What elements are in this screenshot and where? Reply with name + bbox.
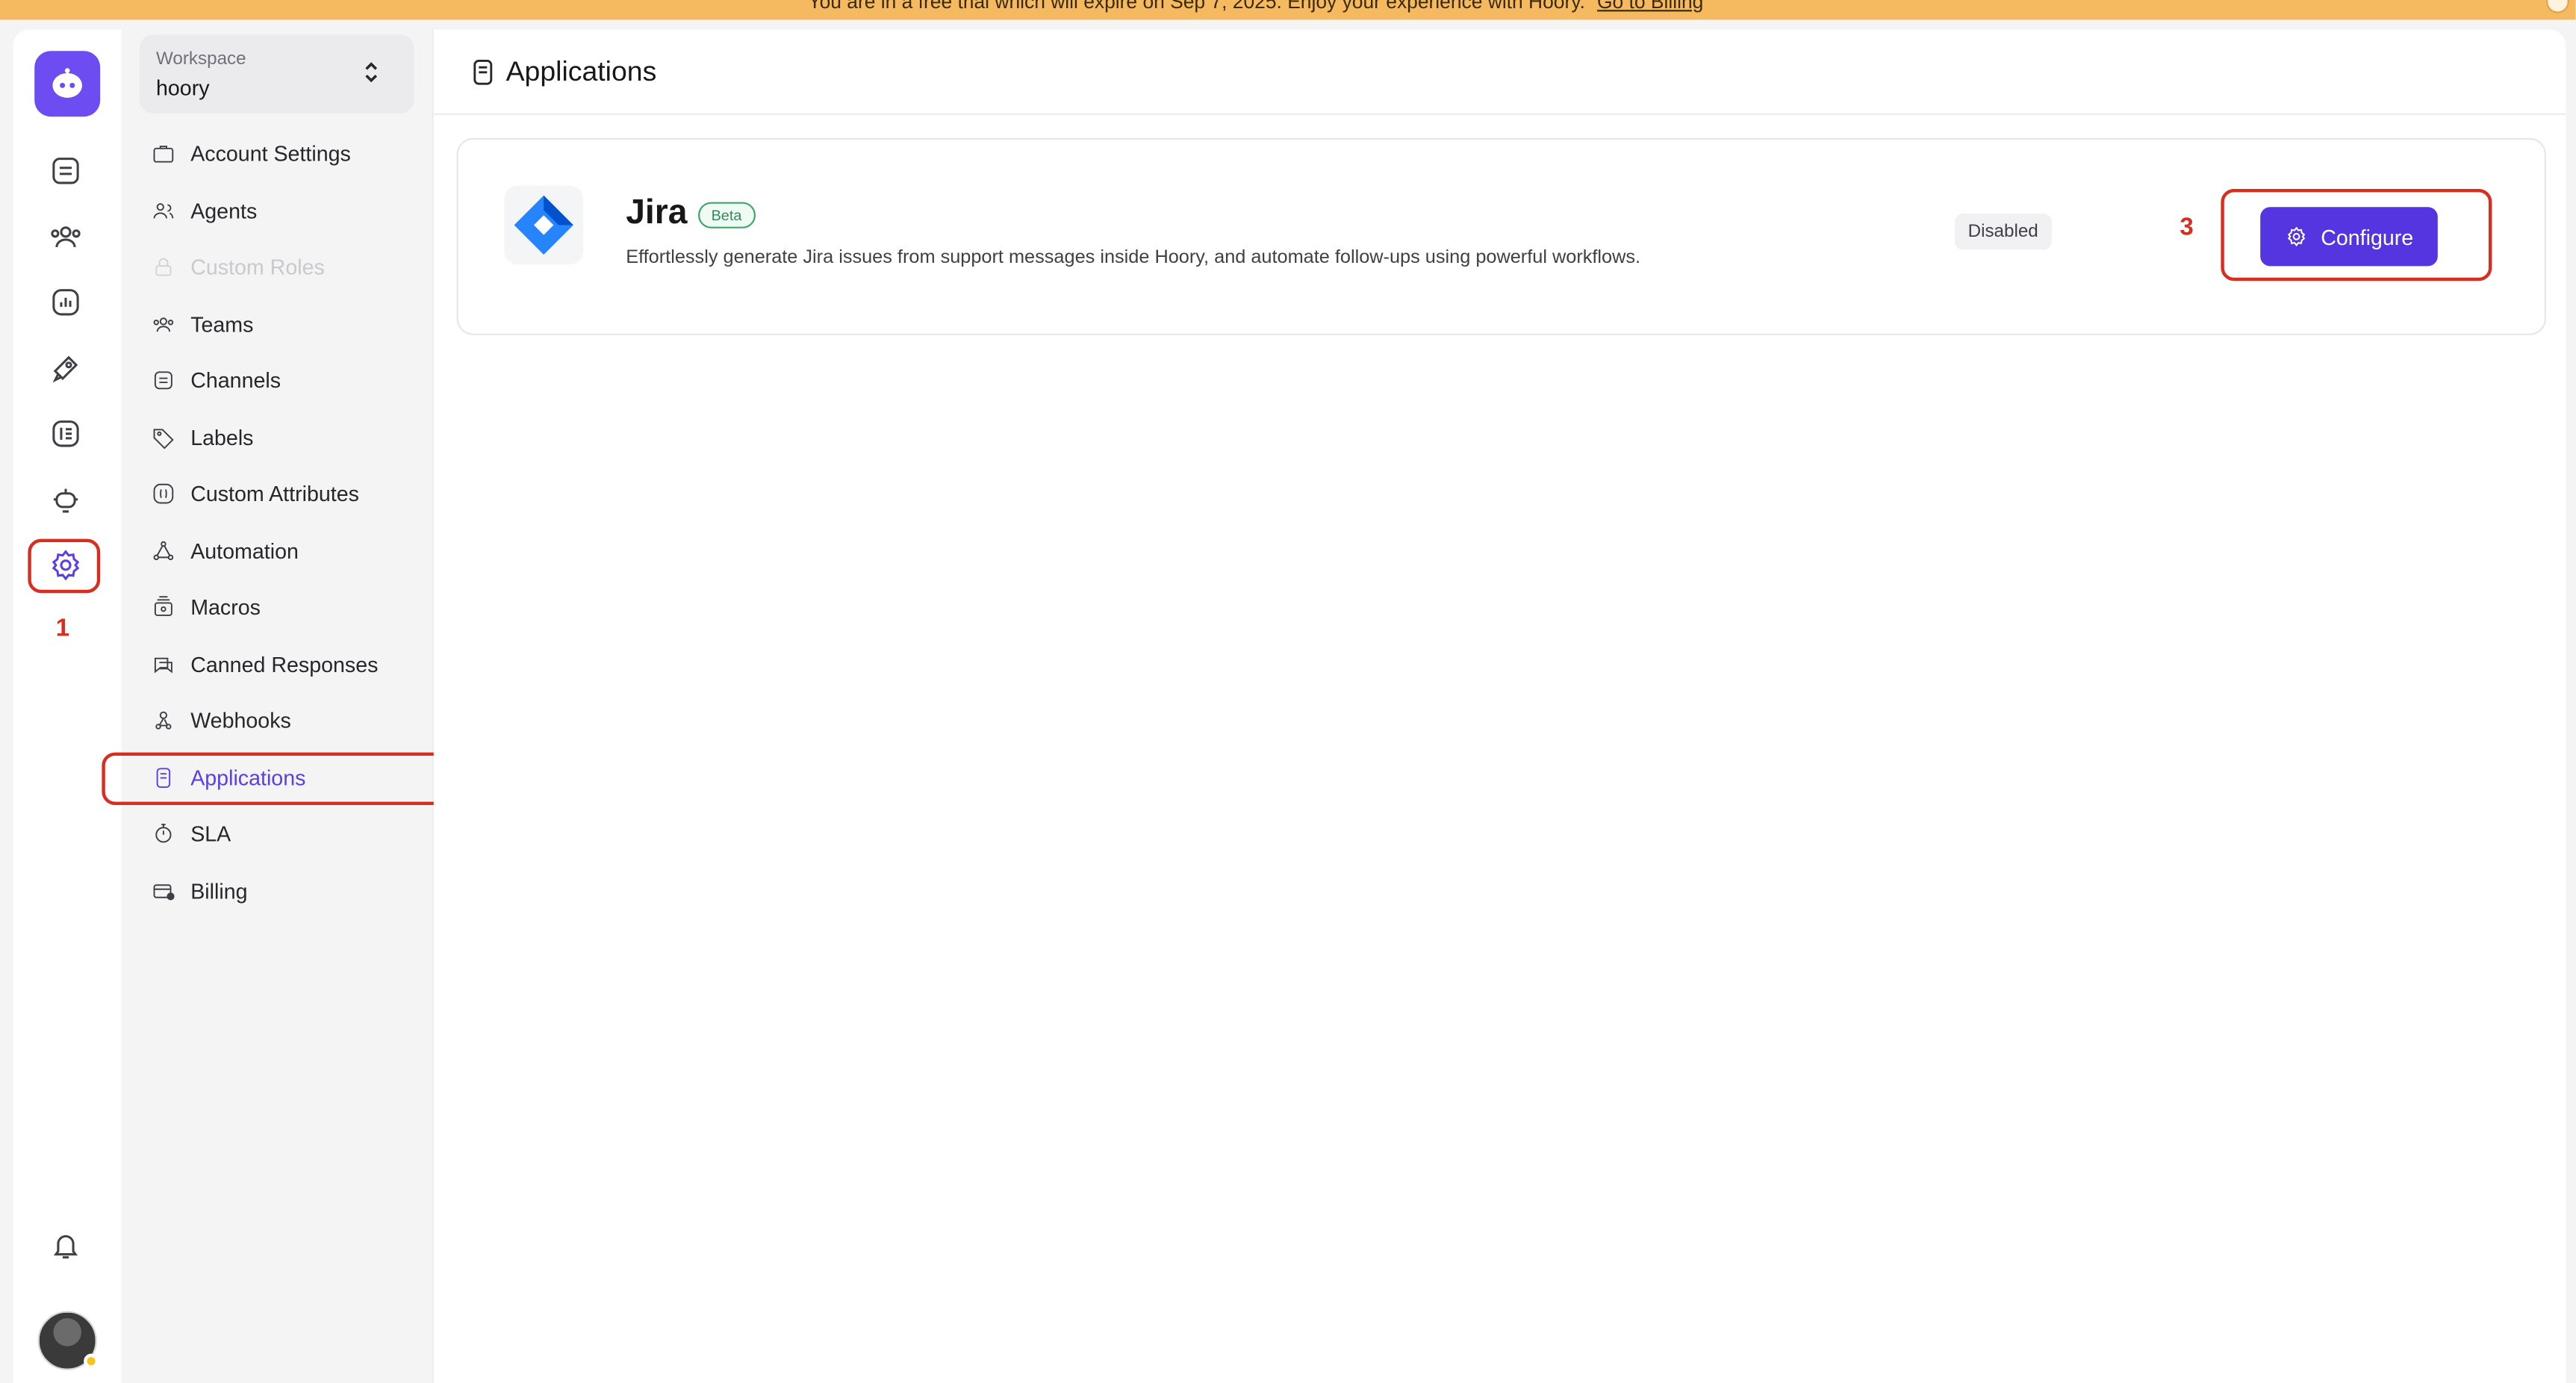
sidebar-item-webhooks[interactable]: Webhooks xyxy=(151,698,430,741)
contacts-icon[interactable] xyxy=(43,214,89,260)
stopwatch-icon xyxy=(155,823,172,842)
settings-sidebar: Workspace hoory Account Settings Agents … xyxy=(121,29,434,1383)
reports-icon[interactable] xyxy=(43,279,89,326)
attribute-icon xyxy=(153,482,174,503)
settings-icon[interactable] xyxy=(43,542,89,588)
trial-banner: You are in a free trial which will expir… xyxy=(0,0,2576,20)
help-center-icon[interactable] xyxy=(43,411,89,457)
macro-icon xyxy=(154,595,172,615)
team-icon xyxy=(153,317,174,332)
app-description: Effortlessly generate Jira issues from s… xyxy=(626,248,1641,268)
status-badge: Disabled xyxy=(1955,214,2052,250)
workspace-name: hoory xyxy=(156,75,210,101)
sidebar-item-sla[interactable]: SLA xyxy=(151,812,430,854)
page-header: Applications xyxy=(433,30,2566,115)
sidebar-item-canned-responses[interactable]: Canned Responses xyxy=(151,642,430,685)
bot-icon[interactable] xyxy=(43,476,89,523)
annotation-step-3: 3 xyxy=(2180,214,2194,242)
channel-icon xyxy=(154,370,172,389)
notifications-icon[interactable] xyxy=(43,1222,89,1269)
sidebar-item-label: Account Settings xyxy=(190,140,351,166)
workspace-label: Workspace xyxy=(156,49,246,69)
sidebar-item-custom-attributes[interactable]: Custom Attributes xyxy=(151,471,430,514)
page-title: Applications xyxy=(505,55,657,87)
sidebar-item-teams[interactable]: Teams xyxy=(151,302,430,345)
workspace-switcher[interactable]: Workspace hoory xyxy=(140,34,414,114)
app-root: You are in a free trial which will expir… xyxy=(0,0,2576,1383)
sidebar-item-label: Labels xyxy=(190,424,254,450)
sidebar-item-label: Canned Responses xyxy=(190,651,379,677)
primary-icon-rail xyxy=(13,29,122,1383)
sidebar-item-channels[interactable]: Channels xyxy=(151,358,430,401)
automation-icon xyxy=(153,540,174,559)
gear-icon xyxy=(2287,226,2305,246)
sidebar-item-label: Webhooks xyxy=(190,707,291,733)
sidebar-item-agents[interactable]: Agents xyxy=(151,189,430,231)
lock-icon xyxy=(155,257,172,276)
sidebar-item-label: Automation xyxy=(190,538,299,563)
hoory-logo-icon[interactable] xyxy=(34,51,101,117)
annotation-step-1: 1 xyxy=(55,614,70,643)
sidebar-item-account-settings[interactable]: Account Settings xyxy=(151,131,430,174)
application-icon xyxy=(473,59,493,85)
trial-banner-text: You are in a free trial which will expir… xyxy=(808,0,1703,13)
sidebar-item-label: Custom Attributes xyxy=(190,480,359,506)
sidebar-item-labels[interactable]: Labels xyxy=(151,416,430,459)
inbox-icon[interactable] xyxy=(43,148,89,194)
sidebar-item-label: Macros xyxy=(190,594,261,619)
app-name: Jira xyxy=(626,193,688,232)
banner-close-icon[interactable] xyxy=(2546,0,2569,13)
sidebar-item-custom-roles: Custom Roles xyxy=(151,245,430,288)
campaigns-icon[interactable] xyxy=(43,345,89,391)
jira-logo-icon xyxy=(504,185,583,265)
sidebar-item-applications[interactable]: Applications xyxy=(151,756,430,798)
sidebar-item-macros[interactable]: Macros xyxy=(151,585,430,627)
main-panel: Applications Jira Beta Effortlessly gene… xyxy=(433,29,2566,1383)
application-icon xyxy=(156,767,171,787)
configure-button[interactable]: Configure xyxy=(2260,207,2438,267)
sidebar-item-label: Applications xyxy=(190,765,306,790)
sidebar-item-automation[interactable]: Automation xyxy=(151,529,430,571)
users-icon xyxy=(153,202,174,218)
banner-message: You are in a free trial which will expir… xyxy=(808,0,1585,13)
beta-badge: Beta xyxy=(698,202,755,229)
tag-icon xyxy=(153,428,174,449)
briefcase-icon xyxy=(153,145,174,162)
sidebar-item-label: SLA xyxy=(190,820,231,845)
sidebar-item-label: Channels xyxy=(190,367,281,392)
sidebar-item-billing[interactable]: Billing xyxy=(151,869,430,912)
canned-icon xyxy=(154,656,172,673)
sidebar-item-label: Custom Roles xyxy=(190,253,325,279)
chevron-updown-icon xyxy=(365,62,378,83)
jira-app-card: Jira Beta Effortlessly generate Jira iss… xyxy=(456,137,2546,335)
sidebar-item-label: Billing xyxy=(190,877,248,903)
sidebar-item-label: Teams xyxy=(190,311,254,336)
go-to-billing-link[interactable]: Go to Billing xyxy=(1597,0,1703,13)
configure-button-label: Configure xyxy=(2321,224,2414,249)
presence-status-icon xyxy=(84,1353,99,1369)
sidebar-item-label: Agents xyxy=(190,198,258,223)
billing-icon xyxy=(153,883,175,900)
webhook-icon xyxy=(155,710,172,729)
